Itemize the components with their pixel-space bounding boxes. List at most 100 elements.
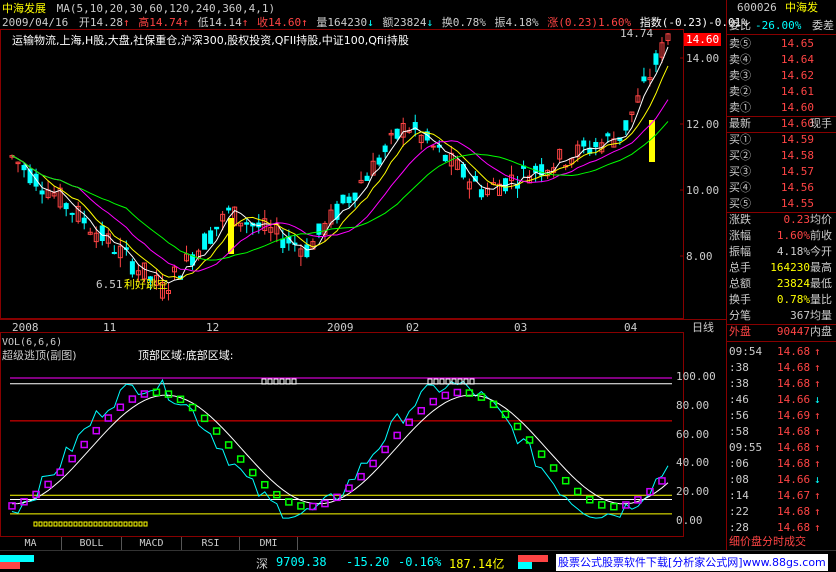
- latest-row: 最新 14.60 现手: [727, 116, 836, 132]
- candle-body: [394, 128, 400, 139]
- close: 收14.60: [256, 16, 302, 29]
- buy-level[interactable]: 买⑤ 14.55: [727, 196, 836, 212]
- stat-value: 1.60%: [776, 229, 810, 242]
- tick-arrow-icon: ↑: [814, 377, 821, 390]
- bottom-zone-marker: [78, 521, 83, 527]
- buy-label: 买⑤: [729, 197, 751, 210]
- stat-value: 0.23: [783, 213, 811, 226]
- tab-macd[interactable]: MACD: [122, 537, 182, 550]
- arrow-up-icon: ↑: [301, 16, 308, 29]
- step-block: [104, 414, 113, 422]
- tab-boll[interactable]: BOLL: [62, 537, 122, 550]
- ind-axis-60: 60.00: [676, 428, 710, 441]
- sell-label: 卖①: [729, 101, 751, 114]
- step-block: [224, 441, 233, 449]
- tick-price: 14.68: [777, 521, 811, 534]
- bottom-zone-marker: [73, 521, 78, 527]
- step-block: [381, 445, 389, 454]
- sell-price: 14.64: [780, 53, 814, 66]
- outer-value: 90447: [776, 325, 810, 338]
- tick-price: 14.66: [777, 393, 811, 406]
- bottom-zone-marker: [38, 521, 43, 527]
- tick-price: 14.66: [777, 473, 811, 486]
- candle-body: [581, 140, 587, 147]
- tick-time: :58: [729, 425, 749, 438]
- tab-dmi[interactable]: DMI: [240, 537, 298, 550]
- quote-title: 600026 中海发: [727, 0, 836, 16]
- buy-level[interactable]: 买① 14.59: [727, 132, 836, 148]
- step-block: [598, 501, 606, 509]
- tick-price: 14.69: [777, 409, 811, 422]
- market-amount: 187.14亿: [449, 557, 505, 571]
- tick-row: :38 14.68 ↑: [727, 376, 836, 391]
- candle-body: [226, 207, 232, 211]
- change: 涨(0.23)1.60%: [547, 16, 632, 29]
- step-block: [417, 406, 425, 415]
- stat-value: 367: [790, 309, 810, 322]
- time-label: 12: [206, 321, 220, 334]
- buy-level[interactable]: 买④ 14.56: [727, 180, 836, 196]
- buy-level[interactable]: 买③ 14.57: [727, 164, 836, 180]
- bottom-zone-marker: [88, 521, 93, 527]
- tick-row: :08 14.66 ↓: [727, 472, 836, 487]
- stat-extra: 量比: [810, 293, 832, 306]
- candle-body: [214, 226, 220, 230]
- tick-arrow-icon: ↑: [814, 521, 821, 534]
- stock-code: 600026: [737, 1, 777, 14]
- kline-chart-area[interactable]: 中海发展 MA(5,10,20,30,60,120,240,360,4,1) 2…: [0, 0, 748, 550]
- bottom-zone-marker: [68, 521, 73, 527]
- high: 高14.74: [138, 16, 183, 29]
- tick-price: 14.68: [777, 361, 811, 374]
- tick-time: :06: [729, 457, 749, 470]
- sell-level[interactable]: 卖⑤ 14.65: [727, 36, 836, 52]
- arrow-up-icon: ↑: [182, 16, 189, 29]
- stat-value: 23824: [776, 277, 810, 290]
- tick-arrow-icon: ↓: [814, 473, 821, 486]
- step-block: [248, 468, 257, 477]
- market-pct: -0.16%: [398, 555, 442, 569]
- detail-tabs[interactable]: 细价盘分时成交: [727, 534, 836, 550]
- tab-ma[interactable]: MA: [0, 537, 62, 550]
- ad-banner[interactable]: 股票公式股票软件下载[分析家公式网]www.88gs.com: [556, 554, 828, 571]
- high-marker: 14.74: [620, 27, 654, 40]
- ind-axis-0: 0.00: [676, 514, 703, 527]
- bottom-zone-marker: [113, 521, 118, 527]
- candle-body: [111, 252, 117, 255]
- step-block: [68, 454, 76, 463]
- inner-label: 内盘: [810, 325, 832, 338]
- tab-rsi[interactable]: RSI: [182, 537, 240, 550]
- tick-row: 09:54 14.68 ↑: [727, 344, 836, 359]
- stat-row: 总额 23824 最低: [727, 276, 836, 292]
- tick-price: 14.68: [777, 425, 811, 438]
- sell-level[interactable]: 卖① 14.60: [727, 100, 836, 116]
- step-block: [116, 403, 125, 412]
- detail-tabs-label[interactable]: 细价盘分时成交: [729, 534, 806, 550]
- candle-body: [129, 261, 135, 275]
- sell-level[interactable]: 卖② 14.61: [727, 84, 836, 100]
- arrow-up-icon: ↑: [122, 16, 130, 29]
- period-label[interactable]: 日线: [692, 321, 714, 334]
- price-label-8: 8.00: [686, 250, 713, 263]
- tick-price: 14.67: [777, 489, 811, 502]
- sell-level[interactable]: 卖③ 14.62: [727, 68, 836, 84]
- bottom-zone-marker: [103, 521, 108, 527]
- bottom-zone-marker: [53, 521, 58, 527]
- sell-level[interactable]: 卖④ 14.64: [727, 52, 836, 68]
- tick-time: 09:54: [729, 345, 763, 358]
- chart-canvas[interactable]: [0, 0, 727, 537]
- stat-row: 总手 164230 最高: [727, 260, 836, 276]
- outer-inner-row: 外盘 90447 内盘: [727, 324, 836, 340]
- bottom-zone-marker: [83, 521, 88, 527]
- bottom-zone-marker: [58, 521, 63, 527]
- candle-body: [364, 175, 370, 181]
- candle-body: [21, 165, 27, 171]
- stock-name: 中海发展: [2, 2, 46, 15]
- candle-body: [593, 141, 599, 148]
- tick-arrow-icon: ↑: [814, 425, 821, 438]
- time-label: 2009: [327, 321, 354, 334]
- tick-arrow-icon: ↑: [814, 345, 821, 358]
- candle-body: [340, 194, 346, 204]
- indicator-name[interactable]: 超级逃顶(副图): [2, 349, 77, 362]
- buy-level[interactable]: 买② 14.58: [727, 148, 836, 164]
- weibi-value: -26.00%: [755, 19, 802, 32]
